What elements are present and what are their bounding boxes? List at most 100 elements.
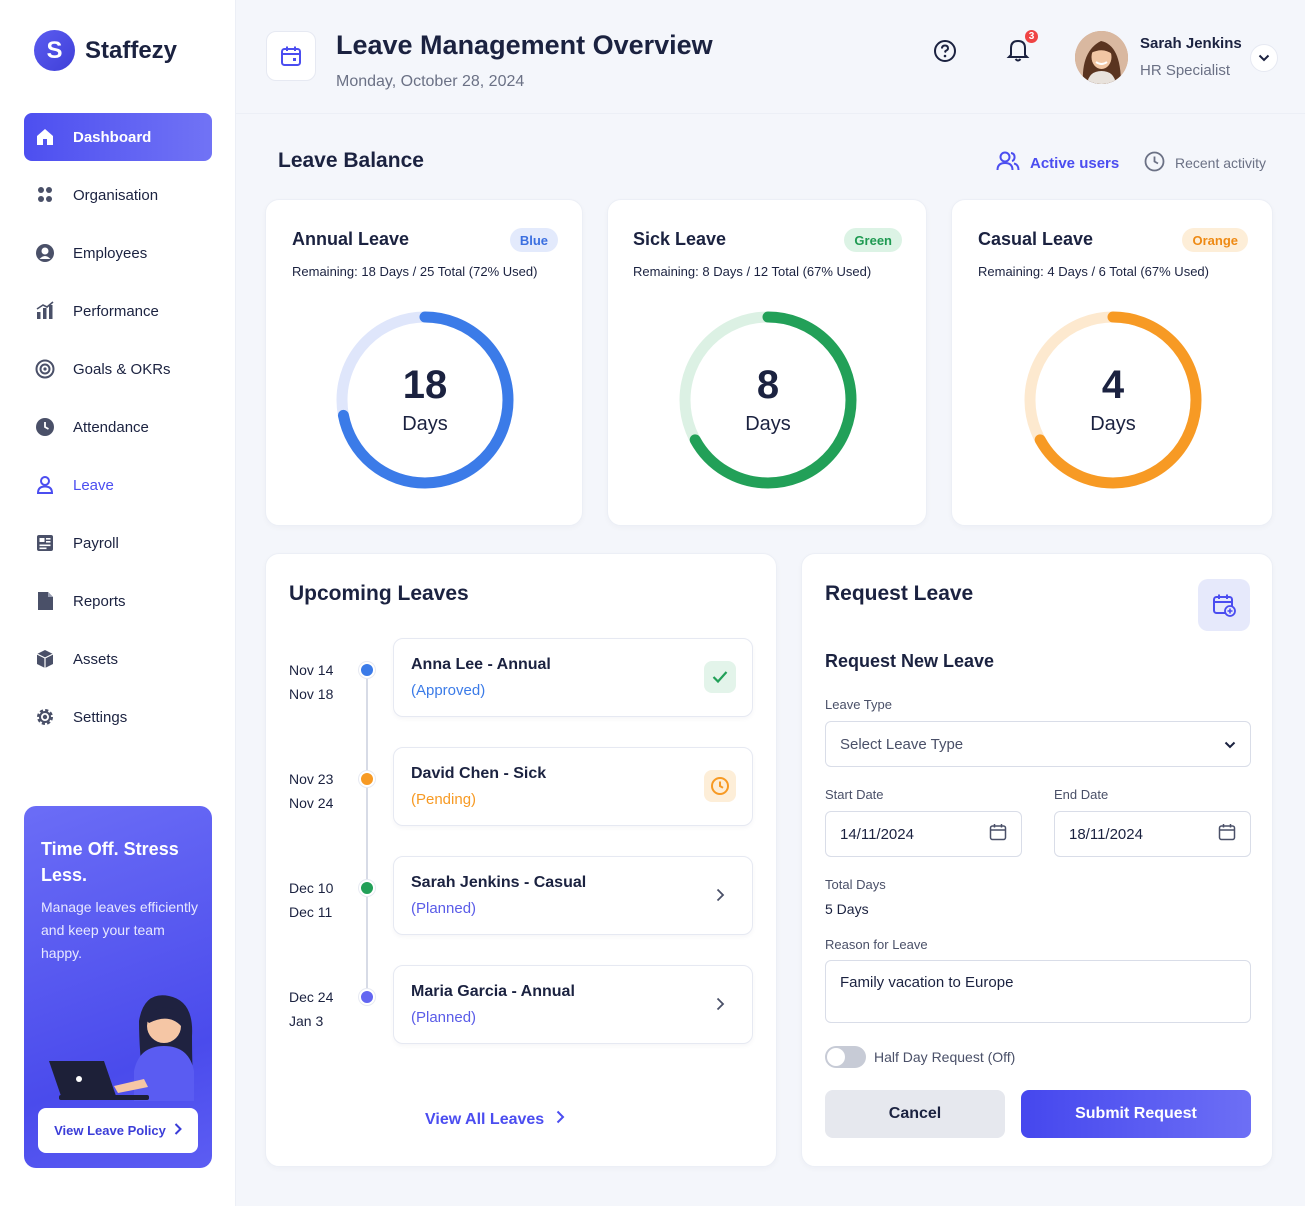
leave-item-card[interactable]: David Chen - Sick (Pending): [393, 747, 753, 826]
timeline-row: Nov 14 Nov 18 Anna Lee - Annual (Approve…: [266, 638, 776, 718]
calendar-add-icon[interactable]: [1198, 579, 1250, 631]
sidebar-item-label: Leave: [73, 476, 114, 494]
help-icon[interactable]: [933, 39, 957, 68]
user-role: HR Specialist: [1140, 62, 1231, 79]
leave-ring-chart: 8 Days: [673, 305, 863, 495]
submit-request-button[interactable]: Submit Request: [1021, 1090, 1251, 1138]
notification-badge: 3: [1023, 28, 1040, 45]
gear-icon: [34, 706, 56, 728]
leave-card-title: Annual Leave: [292, 229, 410, 249]
leave-type-select[interactable]: Select Leave Type: [825, 721, 1251, 767]
ring-value: 4: [1101, 363, 1125, 407]
sidebar-item-settings[interactable]: Settings: [24, 693, 212, 741]
sidebar-item-label: Attendance: [73, 418, 149, 436]
ring-value: 8: [756, 363, 780, 407]
timeline-dates: Nov 23 Nov 24: [289, 767, 333, 815]
user-name: Sarah Jenkins: [1140, 35, 1242, 52]
active-users-link[interactable]: Active users: [996, 150, 1119, 176]
sidebar-item-label: Reports: [73, 592, 126, 610]
page-date: Monday, October 28, 2024: [336, 73, 525, 90]
start-date-value: 14/11/2024: [840, 825, 914, 843]
user-menu-chevron-down-icon[interactable]: [1250, 44, 1278, 72]
sidebar-item-dashboard[interactable]: Dashboard: [24, 113, 212, 161]
cancel-button[interactable]: Cancel: [825, 1090, 1005, 1138]
ring-unit: Days: [1090, 413, 1136, 435]
toggle-knob: [827, 1048, 845, 1066]
sidebar-item-goals[interactable]: Goals & OKRs: [24, 345, 212, 393]
header-divider: [236, 113, 1305, 114]
leave-start-date: Nov 23: [289, 771, 334, 787]
timeline-row: Dec 10 Dec 11 Sarah Jenkins - Casual (Pl…: [266, 856, 776, 936]
payroll-icon: [34, 532, 56, 554]
leave-card-subtitle: Remaining: 18 Days / 25 Total (72% Used): [292, 264, 538, 279]
leave-item-status: (Planned): [411, 1009, 477, 1026]
leave-end-date: Dec 11: [289, 904, 333, 920]
leave-ring-chart: 18 Days: [330, 305, 520, 495]
timeline-row: Dec 24 Jan 3 Maria Garcia - Annual (Plan…: [266, 965, 776, 1045]
clock-icon[interactable]: [704, 770, 736, 802]
timeline-dates: Dec 10 Dec 11: [289, 876, 333, 924]
chevron-right-icon: [174, 1123, 182, 1138]
sidebar-item-label: Settings: [73, 708, 128, 726]
promo-card: Time Off. Stress Less. Manage leaves eff…: [24, 806, 212, 1168]
brand-name: Staffezy: [85, 36, 178, 64]
view-all-leaves-link[interactable]: View All Leaves: [425, 1110, 565, 1129]
leave-card-badge: Orange: [1182, 228, 1248, 252]
end-date-label: End Date: [1054, 787, 1109, 802]
view-leave-policy-label: View Leave Policy: [54, 1123, 166, 1138]
leave-item-card[interactable]: Anna Lee - Annual (Approved): [393, 638, 753, 717]
chevron-right-icon: [556, 1110, 565, 1129]
file-icon: [34, 590, 56, 612]
sidebar-item-label: Performance: [73, 302, 159, 320]
request-leave-card: Request Leave Request New Leave Leave Ty…: [801, 553, 1273, 1167]
view-all-leaves-label: View All Leaves: [425, 1110, 545, 1128]
leave-type-label: Leave Type: [825, 697, 892, 712]
reason-textarea[interactable]: Family vacation to Europe: [825, 960, 1251, 1023]
sidebar-item-label: Payroll: [73, 534, 119, 552]
sidebar-item-leave[interactable]: Leave: [24, 461, 212, 509]
end-date-field[interactable]: 18/11/2024: [1054, 811, 1251, 857]
leave-item-card[interactable]: Sarah Jenkins - Casual (Planned): [393, 856, 753, 935]
start-date-field[interactable]: 14/11/2024: [825, 811, 1022, 857]
sick-leave-card: Sick Leave Green Remaining: 8 Days / 12 …: [607, 199, 927, 526]
upcoming-leaves-title: Upcoming Leaves: [289, 582, 469, 605]
total-days-label: Total Days: [825, 877, 886, 892]
org-icon: [34, 184, 56, 206]
sidebar-item-label: Employees: [73, 244, 148, 262]
ring-value: 18: [402, 363, 448, 407]
timeline-dates: Dec 24 Jan 3: [289, 985, 333, 1033]
box-icon: [34, 648, 56, 670]
brand-logo[interactable]: S Staffezy: [34, 30, 177, 71]
sidebar-item-label: Assets: [73, 650, 119, 668]
leave-item-status: (Approved): [411, 682, 486, 699]
timeline-row: Nov 23 Nov 24 David Chen - Sick (Pending…: [266, 747, 776, 827]
calendar-icon: [989, 823, 1007, 845]
promo-text: Manage leaves efficiently and keep your …: [41, 899, 198, 961]
sidebar-item-employees[interactable]: Employees: [24, 229, 212, 277]
leave-card-subtitle: Remaining: 4 Days / 6 Total (67% Used): [978, 264, 1209, 279]
leave-item-card[interactable]: Maria Garcia - Annual (Planned): [393, 965, 753, 1044]
leave-card-title: Casual Leave: [978, 229, 1094, 249]
recent-activity-link[interactable]: Recent activity: [1144, 151, 1266, 175]
clock-icon: [1144, 151, 1165, 175]
sidebar-item-reports[interactable]: Reports: [24, 577, 212, 625]
avatar[interactable]: [1075, 31, 1128, 84]
timeline-dot: [359, 662, 375, 678]
view-leave-policy-button[interactable]: View Leave Policy: [38, 1108, 198, 1153]
leave-item-name: David Chen - Sick: [411, 765, 547, 782]
sidebar-item-performance[interactable]: Performance: [24, 287, 212, 335]
clock-icon: [34, 416, 56, 438]
chevron-right-icon[interactable]: [704, 879, 736, 911]
half-day-toggle[interactable]: [825, 1046, 866, 1068]
request-leave-title: Request Leave: [825, 582, 974, 605]
sidebar-item-payroll[interactable]: Payroll: [24, 519, 212, 567]
total-days-value: 5 Days: [825, 901, 869, 917]
leave-item-name: Anna Lee - Annual: [411, 656, 551, 673]
chevron-right-icon[interactable]: [704, 988, 736, 1020]
logo-icon: S: [34, 30, 75, 71]
sidebar-item-assets[interactable]: Assets: [24, 635, 212, 683]
check-icon[interactable]: [704, 661, 736, 693]
sidebar-item-label: Dashboard: [73, 128, 152, 146]
sidebar-item-attendance[interactable]: Attendance: [24, 403, 212, 451]
sidebar-item-organisation[interactable]: Organisation: [24, 171, 212, 219]
